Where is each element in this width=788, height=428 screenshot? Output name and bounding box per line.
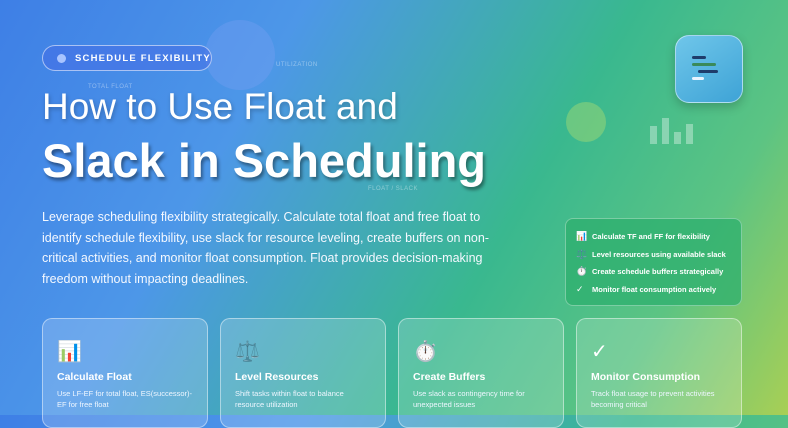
scale-icon: ⚖️	[235, 341, 260, 363]
checklist-text: Calculate TF and FF for flexibility	[592, 232, 710, 242]
key-points-panel: 📊 Calculate TF and FF for flexibility ⚖️…	[565, 218, 742, 306]
card-description: Use slack as contingency time for unexpe…	[413, 389, 525, 409]
chart-icon: 📊	[57, 341, 82, 363]
card-title: Create Buffers	[413, 371, 486, 383]
checkmark-icon: ✓	[591, 341, 608, 363]
ghost-label: UTILIZATION	[276, 62, 318, 68]
checklist-item: ✓ Monitor float consumption actively	[576, 281, 731, 299]
card-monitor-consumption[interactable]: ✓ Monitor Consumption Track float usage …	[576, 318, 742, 428]
category-badge: SCHEDULE FLEXIBILITY	[42, 45, 212, 71]
chart-icon: 📊	[576, 231, 588, 242]
card-description: Track float usage to prevent activities …	[591, 389, 715, 409]
card-title: Calculate Float	[57, 371, 132, 383]
checklist-item: ⚖️ Level resources using available slack	[576, 246, 731, 264]
page-description: Leverage scheduling flexibility strategi…	[42, 210, 489, 286]
app-icon	[675, 35, 743, 103]
decorative-circle	[205, 20, 275, 90]
card-title: Monitor Consumption	[591, 371, 701, 383]
decorative-circle	[566, 102, 606, 142]
card-create-buffers[interactable]: ⏱️ Create Buffers Use slack as contingen…	[398, 318, 564, 428]
card-description: Shift tasks within float to balance reso…	[235, 389, 344, 409]
card-calculate-float[interactable]: 📊 Calculate Float Use LF-EF for total fl…	[42, 318, 208, 428]
card-title: Level Resources	[235, 371, 319, 383]
checkmark-icon: ✓	[576, 283, 584, 294]
decorative-bars	[650, 118, 693, 144]
checklist-item: ⏱️ Create schedule buffers strategically	[576, 263, 731, 281]
card-description: Use LF-EF for total float, ES(successor)…	[57, 389, 193, 409]
badge-dot-icon	[57, 53, 66, 63]
badge-label: SCHEDULE FLEXIBILITY	[75, 52, 211, 64]
checklist-text: Monitor float consumption actively	[592, 284, 717, 294]
stopwatch-icon: ⏱️	[576, 266, 588, 277]
checklist-text: Create schedule buffers strategically	[592, 267, 724, 277]
page-title-line2: Slack in Scheduling	[42, 134, 486, 187]
checklist-item: 📊 Calculate TF and FF for flexibility	[576, 228, 731, 246]
card-level-resources[interactable]: ⚖️ Level Resources Shift tasks within fl…	[220, 318, 386, 428]
stopwatch-icon: ⏱️	[413, 341, 438, 363]
scale-icon: ⚖️	[576, 248, 588, 259]
page-title-line1: How to Use Float and	[42, 86, 398, 127]
checklist-text: Level resources using available slack	[592, 249, 726, 259]
